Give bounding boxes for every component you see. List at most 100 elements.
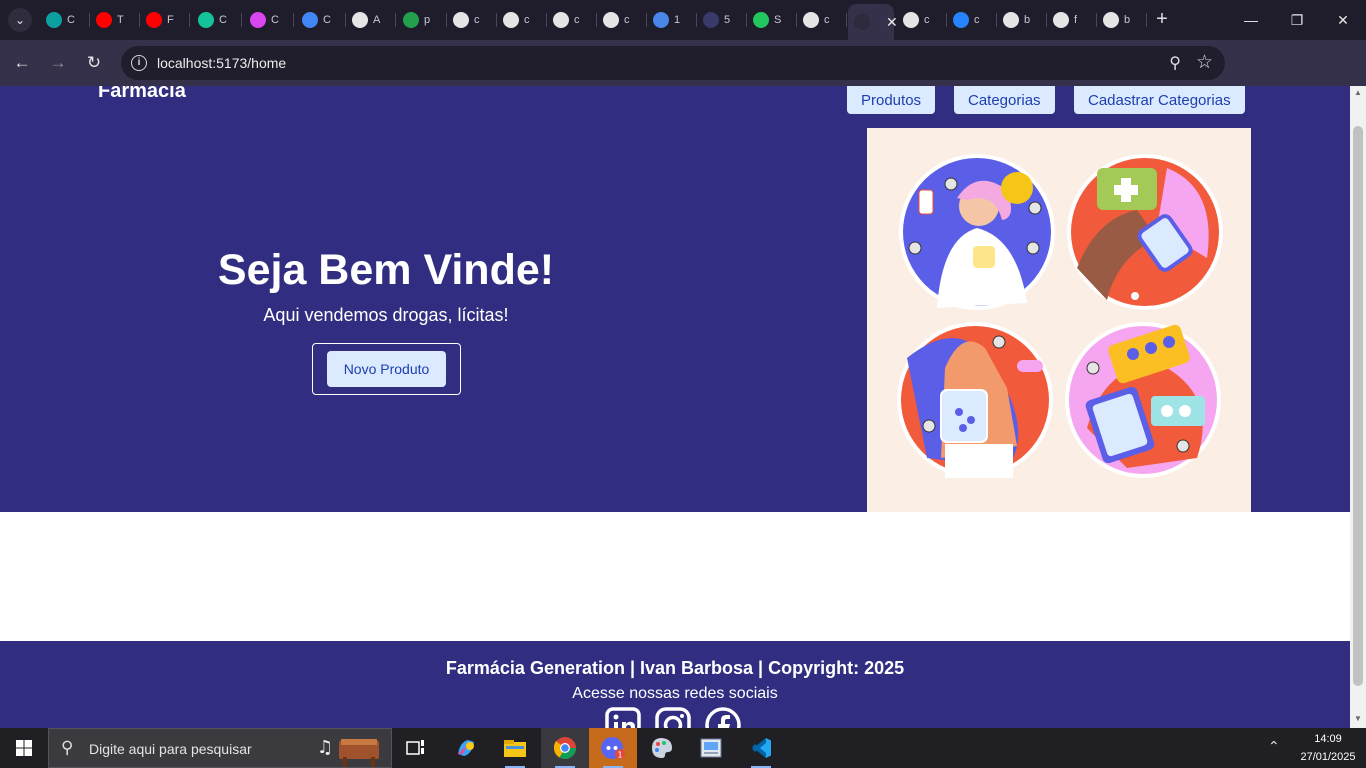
file-explorer-icon[interactable] xyxy=(491,728,539,768)
search-placeholder: Digite aqui para pesquisar xyxy=(89,741,252,757)
close-tab-icon[interactable]: ✕ xyxy=(886,14,898,31)
minimize-button[interactable]: — xyxy=(1228,0,1274,40)
browser-tab[interactable]: C xyxy=(296,7,346,33)
browser-tab[interactable]: c xyxy=(597,7,647,33)
browser-tab[interactable]: A xyxy=(346,7,396,33)
forward-button[interactable]: → xyxy=(46,51,70,75)
novo-produto-button[interactable]: Novo Produto xyxy=(327,351,446,387)
hero-section: Farmacia Produtos Categorias Cadastrar C… xyxy=(0,86,1350,512)
instagram-icon[interactable] xyxy=(655,707,691,728)
browser-tab[interactable]: b xyxy=(1097,7,1147,33)
tab-favicon-icon xyxy=(553,12,569,28)
zoom-icon[interactable]: ⚲ xyxy=(1169,53,1181,73)
tab-favicon-icon xyxy=(753,12,769,28)
browser-tab[interactable]: p xyxy=(397,7,447,33)
tab-search-button[interactable]: ⌄ xyxy=(8,8,32,32)
site-info-icon[interactable]: i xyxy=(131,55,147,71)
tab-title: c xyxy=(574,14,580,26)
reload-button[interactable]: ↻ xyxy=(82,51,106,75)
browser-tab[interactable]: c xyxy=(547,7,597,33)
clock-date: 27/01/2025 xyxy=(1300,751,1356,763)
tab-favicon-icon xyxy=(352,12,368,28)
tab-title: b xyxy=(1124,14,1131,26)
browser-tab[interactable]: F xyxy=(140,7,190,33)
tab-favicon-icon xyxy=(803,12,819,28)
tab-favicon-icon xyxy=(146,12,162,28)
tab-title: C xyxy=(271,14,279,26)
browser-tab[interactable]: 1 xyxy=(647,7,697,33)
browser-tab-bar: ⌄ C T F C C C Ap c c c c 1 5 Sc F✕ c c b f b + — ❐ ✕ xyxy=(0,0,1366,40)
clock-time: 14:09 xyxy=(1314,733,1342,745)
browser-tab[interactable]: c xyxy=(447,7,497,33)
url-text[interactable]: localhost:5173/home xyxy=(157,55,286,71)
tab-favicon-icon xyxy=(250,12,266,28)
restore-button[interactable]: ❐ xyxy=(1274,0,1320,40)
nav-produtos[interactable]: Produtos xyxy=(847,86,936,114)
photos-icon[interactable] xyxy=(687,728,735,768)
vscode-icon[interactable] xyxy=(737,728,785,768)
tab-title: c xyxy=(474,14,480,26)
tab-title: c xyxy=(824,14,830,26)
browser-tab[interactable]: F✕ xyxy=(848,4,898,40)
browser-tab[interactable]: f xyxy=(1047,7,1097,33)
tab-title: C xyxy=(219,14,227,26)
nav-categorias[interactable]: Categorias xyxy=(954,86,1055,114)
close-window-button[interactable]: ✕ xyxy=(1320,0,1366,40)
browser-tab[interactable]: C xyxy=(192,7,242,33)
tab-favicon-icon xyxy=(96,12,112,28)
new-tab-button[interactable]: + xyxy=(1150,8,1174,32)
taskbar-search[interactable]: ⚲ Digite aqui para pesquisar ♫ xyxy=(48,728,392,768)
back-button[interactable]: ← xyxy=(10,51,34,75)
page-viewport: Farmacia Produtos Categorias Cadastrar C… xyxy=(0,86,1350,728)
bookmark-star-icon[interactable]: ☆ xyxy=(1196,51,1213,74)
task-view-icon[interactable] xyxy=(392,728,440,768)
scrollbar-thumb[interactable] xyxy=(1353,126,1363,686)
search-highlight-icon: ♫ xyxy=(313,731,389,767)
tab-favicon-icon xyxy=(302,12,318,28)
tab-title: c xyxy=(524,14,530,26)
tray-overflow-icon[interactable]: ⌃ xyxy=(1268,738,1280,755)
tab-title: T xyxy=(117,14,124,26)
tab-favicon-icon xyxy=(453,12,469,28)
browser-tab[interactable]: c xyxy=(897,7,947,33)
tab-title: C xyxy=(323,14,331,26)
address-bar[interactable]: i localhost:5173/home ⚲ ☆ xyxy=(121,46,1225,80)
start-button[interactable] xyxy=(0,728,48,768)
browser-tab[interactable]: b xyxy=(997,7,1047,33)
browser-tab[interactable]: S xyxy=(747,7,797,33)
tab-title: c xyxy=(624,14,630,26)
tab-favicon-icon xyxy=(1003,12,1019,28)
browser-tab[interactable]: c xyxy=(797,7,847,33)
system-clock[interactable]: 14:09 27/01/2025 xyxy=(1290,730,1366,766)
tab-title: b xyxy=(1024,14,1031,26)
hero-title: Seja Bem Vinde! xyxy=(217,246,555,294)
discord-icon[interactable]: 1 xyxy=(589,728,637,768)
linkedin-icon[interactable] xyxy=(605,707,641,728)
tab-title: p xyxy=(424,14,431,26)
chrome-icon[interactable] xyxy=(541,728,589,768)
page-scrollbar[interactable]: ▲ ▼ xyxy=(1350,86,1366,728)
copilot-icon[interactable] xyxy=(442,728,490,768)
tab-favicon-icon xyxy=(1053,12,1069,28)
facebook-icon[interactable] xyxy=(705,707,741,728)
browser-tab[interactable]: T xyxy=(90,7,140,33)
browser-tab[interactable]: c xyxy=(497,7,547,33)
scroll-down-arrow-icon[interactable]: ▼ xyxy=(1353,714,1363,723)
scroll-up-arrow-icon[interactable]: ▲ xyxy=(1353,88,1363,97)
tab-favicon-icon xyxy=(703,12,719,28)
nav-cadastrar-categorias[interactable]: Cadastrar Categorias xyxy=(1074,86,1245,114)
tab-title: S xyxy=(774,14,782,26)
paint-icon[interactable] xyxy=(638,728,686,768)
footer-subtitle: Acesse nossas redes sociais xyxy=(572,685,778,702)
cta-wrapper: Novo Produto xyxy=(312,343,461,395)
browser-tab[interactable]: 5 xyxy=(697,7,747,33)
tab-favicon-icon xyxy=(903,12,919,28)
tab-favicon-icon xyxy=(653,12,669,28)
tab-title: F xyxy=(167,14,174,26)
browser-tab[interactable]: C xyxy=(40,7,90,33)
tab-title: 5 xyxy=(724,14,731,26)
browser-tab[interactable]: C xyxy=(244,7,294,33)
navbar-brand[interactable]: Farmacia xyxy=(98,86,186,103)
browser-tab[interactable]: c xyxy=(947,7,997,33)
tab-title: c xyxy=(974,14,980,26)
